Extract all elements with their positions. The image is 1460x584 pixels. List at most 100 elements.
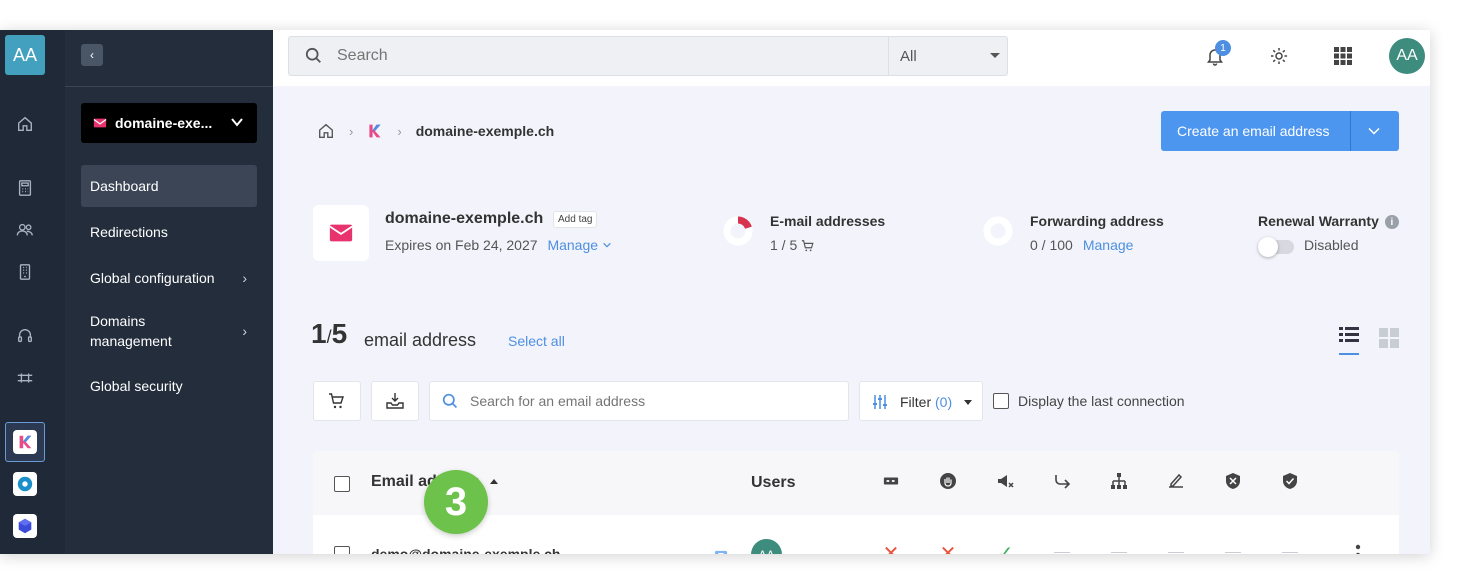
manage-domain-link[interactable]: Manage	[547, 237, 611, 253]
apps-button[interactable]	[1331, 44, 1355, 68]
sidebar-item-global-security[interactable]: Global security	[81, 365, 257, 407]
grid-view-icon	[1379, 328, 1399, 348]
hand-stop-icon	[938, 471, 958, 491]
top-bar: All 1 AA	[273, 30, 1430, 86]
empty-dash	[1168, 552, 1184, 553]
sort-ascending-icon	[489, 479, 498, 485]
create-email-label: Create an email address	[1177, 123, 1330, 139]
select-all-link[interactable]: Select all	[508, 333, 565, 349]
last-connection-checkbox[interactable]	[993, 393, 1009, 409]
row-user-avatar[interactable]: AA	[751, 539, 782, 554]
main-content: › › domaine-exemple.ch Create an email a…	[273, 86, 1430, 554]
settings-button[interactable]	[1267, 44, 1291, 68]
chevron-left-icon: ‹	[90, 48, 94, 62]
grid-apps-icon	[1334, 47, 1352, 65]
buy-addresses-button[interactable]	[313, 381, 361, 421]
ticket-icon[interactable]	[14, 367, 36, 389]
forward-arrow-icon	[1052, 471, 1072, 491]
translate-icon	[711, 547, 731, 554]
import-button[interactable]	[371, 381, 419, 421]
chevron-down-icon	[603, 242, 611, 248]
manage-forwarding-link[interactable]: Manage	[1083, 237, 1134, 253]
filter-label: Filter (0)	[900, 394, 953, 410]
grid-view-button[interactable]	[1379, 328, 1399, 353]
chevron-right-icon: ›	[397, 123, 402, 139]
rail-avatar[interactable]: AA	[5, 35, 45, 75]
empty-dash	[1111, 552, 1127, 553]
sidebar-collapse-button[interactable]: ‹	[81, 44, 103, 66]
kmail-app-icon[interactable]	[13, 430, 37, 454]
list-view-icon	[1339, 327, 1359, 355]
email-count: 1/5	[311, 318, 348, 349]
shield-off-icon	[1223, 471, 1243, 491]
email-usage-donut	[723, 216, 753, 246]
global-search-input[interactable]	[337, 47, 857, 65]
kmail-logo-icon[interactable]	[367, 123, 383, 139]
app-window: AA ‹ domaine-exe... Dashboard Redirectio…	[0, 30, 1430, 554]
signature-icon	[1166, 471, 1186, 491]
user-avatar[interactable]: AA	[1389, 38, 1425, 74]
caret-down-icon	[990, 53, 1000, 58]
column-header-users: Users	[751, 474, 796, 491]
stat-title: Renewal Warranty i	[1258, 213, 1399, 230]
global-search: All	[288, 36, 1008, 76]
search-scope-value: All	[900, 47, 917, 65]
search-icon	[442, 393, 458, 409]
sidebar-item-label: Global security	[90, 378, 183, 394]
home-icon[interactable]	[317, 122, 335, 140]
shield-check-icon	[1280, 471, 1300, 491]
sidebar-item-label: Global configuration	[90, 270, 215, 286]
expiry-text: Expires on Feb 24, 2027	[385, 237, 538, 253]
home-icon[interactable]	[14, 113, 36, 135]
forwarding-usage-donut	[983, 216, 1013, 246]
sidebar-item-label: Dashboard	[90, 178, 159, 194]
building-icon[interactable]	[14, 261, 36, 283]
empty-dash	[1054, 552, 1070, 553]
stat-value: 1 / 5	[770, 237, 885, 253]
more-options-icon[interactable]	[1355, 544, 1361, 554]
chevron-right-icon: ›	[242, 270, 247, 286]
add-tag-button[interactable]: Add tag	[553, 211, 598, 228]
domain-selector[interactable]: domaine-exe...	[81, 103, 257, 143]
gear-icon	[1271, 48, 1287, 64]
stat-forwarding-address: Forwarding address 0 / 100 Manage	[1030, 213, 1164, 253]
sidebar-item-redirections[interactable]: Redirections	[81, 211, 257, 253]
notification-badge: 1	[1215, 40, 1231, 56]
create-email-button[interactable]: Create an email address	[1161, 111, 1399, 151]
headset-icon[interactable]	[14, 325, 36, 347]
list-view-button[interactable]	[1339, 326, 1359, 356]
sidebar-item-label: Domains management	[90, 313, 172, 349]
sidebar-divider	[65, 86, 273, 87]
renewal-warranty-toggle[interactable]	[1258, 237, 1294, 257]
search-scope-select[interactable]: All	[888, 37, 1008, 75]
last-connection-option[interactable]: Display the last connection	[993, 393, 1185, 409]
sidebar-item-domains-management[interactable]: Domains management ›	[81, 306, 257, 356]
chevron-right-icon: ›	[242, 323, 247, 339]
email-search-input[interactable]	[470, 393, 830, 409]
domain-selector-label: domaine-exe...	[115, 115, 213, 131]
stat-value: 0 / 100 Manage	[1030, 237, 1134, 253]
mail-icon	[329, 224, 353, 242]
mail-icon	[93, 118, 107, 128]
calculator-icon[interactable]	[14, 177, 36, 199]
disabled-cross-icon: ✕	[882, 542, 900, 555]
chevron-down-icon[interactable]	[1366, 123, 1382, 139]
filter-button[interactable]: Filter (0)	[859, 381, 983, 421]
sidebar-item-global-configuration[interactable]: Global configuration ›	[81, 257, 257, 299]
sidebar-item-dashboard[interactable]: Dashboard	[81, 165, 257, 207]
notifications-button[interactable]: 1	[1203, 40, 1231, 68]
row-checkbox[interactable]	[334, 546, 350, 554]
select-all-checkbox[interactable]	[334, 476, 350, 492]
kdrive-app-icon[interactable]	[13, 472, 37, 496]
row-email-address[interactable]: demo@domaine-exemple.ch	[371, 546, 560, 554]
app-rail: AA	[0, 30, 65, 554]
cart-add-icon[interactable]	[801, 239, 815, 253]
sidebar: ‹ domaine-exe... Dashboard Redirections …	[65, 30, 273, 554]
users-icon[interactable]	[14, 219, 36, 241]
search-icon	[305, 47, 321, 63]
last-connection-label: Display the last connection	[1018, 393, 1185, 409]
info-icon[interactable]: i	[1384, 215, 1399, 230]
cube-app-icon[interactable]	[13, 514, 37, 538]
stat-title: E-mail addresses	[770, 213, 886, 229]
empty-dash	[1282, 552, 1298, 553]
